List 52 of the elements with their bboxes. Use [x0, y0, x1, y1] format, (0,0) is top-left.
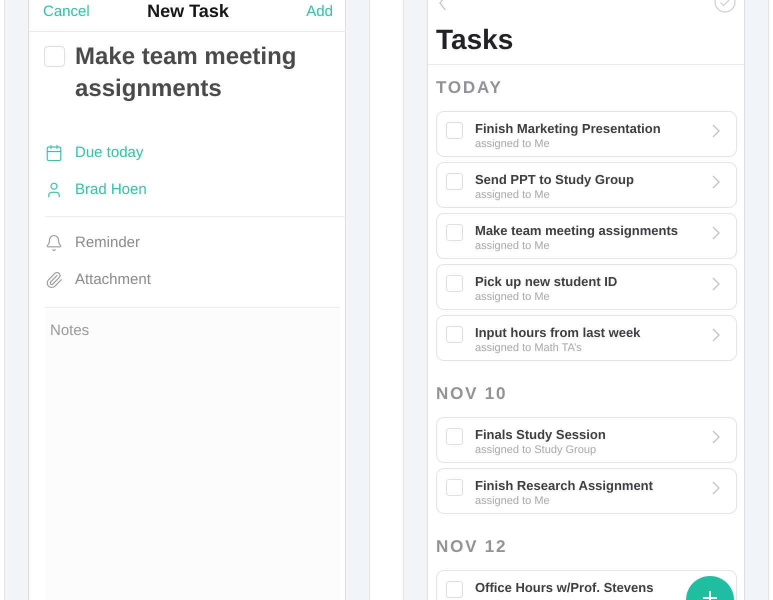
- section-heading: TODAY: [436, 77, 503, 99]
- calendar-icon: [45, 144, 63, 162]
- task-card-title: Finish Research Assignment: [475, 478, 653, 494]
- task-assignee: assigned to Me: [475, 290, 550, 304]
- task-card[interactable]: Pick up new student ID assigned to Me: [436, 264, 737, 310]
- chevron-right-icon: [712, 175, 720, 189]
- chevron-left-icon[interactable]: [439, 0, 447, 10]
- task-card[interactable]: Send PPT to Study Group assigned to Me: [436, 162, 737, 208]
- task-card[interactable]: Office Hours w/Prof. Stevens: [436, 570, 737, 600]
- chevron-right-icon: [712, 328, 720, 342]
- task-assignee: assigned to Me: [475, 188, 550, 202]
- task-checkbox[interactable]: [446, 581, 463, 598]
- paperclip-icon: [45, 270, 63, 288]
- task-card-title: Make team meeting assignments: [475, 223, 678, 239]
- task-checkbox[interactable]: [446, 224, 463, 241]
- task-card[interactable]: Make team meeting assignments assigned to Me: [436, 213, 737, 259]
- chevron-right-icon: [712, 124, 720, 138]
- chevron-right-icon: [712, 430, 720, 444]
- task-assignee: assigned to Me: [475, 137, 550, 151]
- section-heading: NOV 12: [436, 536, 508, 558]
- section-heading: NOV 10: [436, 383, 508, 405]
- chevron-right-icon: [712, 277, 720, 291]
- task-checkbox[interactable]: [446, 173, 463, 190]
- bell-icon: [45, 234, 63, 252]
- screen-title: Tasks: [435, 23, 514, 57]
- task-checkbox[interactable]: [44, 46, 65, 67]
- task-title: Make team meeting assignments: [75, 42, 298, 104]
- plus-icon: [703, 591, 717, 600]
- task-card[interactable]: Finals Study Session assigned to Study Group: [436, 417, 737, 463]
- task-card-title: Send PPT to Study Group: [475, 172, 634, 188]
- screen-title: New Task: [147, 1, 229, 21]
- chevron-right-icon: [712, 481, 720, 495]
- task-card-title: Input hours from last week: [475, 325, 640, 341]
- task-card[interactable]: Finish Marketing Presentation assigned to Me: [436, 111, 737, 157]
- task-checkbox[interactable]: [446, 326, 463, 343]
- task-card[interactable]: Input hours from last week assigned to Math TA’s: [436, 315, 737, 361]
- person-icon: [45, 180, 63, 198]
- task-checkbox[interactable]: [446, 275, 463, 292]
- task-card-title: Pick up new student ID: [475, 274, 618, 290]
- task-checkbox[interactable]: [446, 428, 463, 445]
- task-checkbox[interactable]: [446, 122, 463, 139]
- task-assignee: assigned to Me: [475, 494, 550, 508]
- chevron-right-icon: [712, 226, 720, 240]
- task-card-title: Finish Marketing Presentation: [475, 121, 661, 137]
- task-card-title: Office Hours w/Prof. Stevens: [475, 580, 654, 596]
- task-card-title: Finals Study Session: [475, 427, 606, 443]
- task-assignee: assigned to Me: [475, 239, 550, 253]
- task-checkbox[interactable]: [446, 479, 463, 496]
- task-card[interactable]: Finish Research Assignment assigned to Me: [436, 468, 737, 514]
- notes-field[interactable]: Notes: [45, 308, 340, 600]
- task-assignee: assigned to Math TA’s: [475, 341, 582, 355]
- task-assignee: assigned to Study Group: [475, 443, 596, 457]
